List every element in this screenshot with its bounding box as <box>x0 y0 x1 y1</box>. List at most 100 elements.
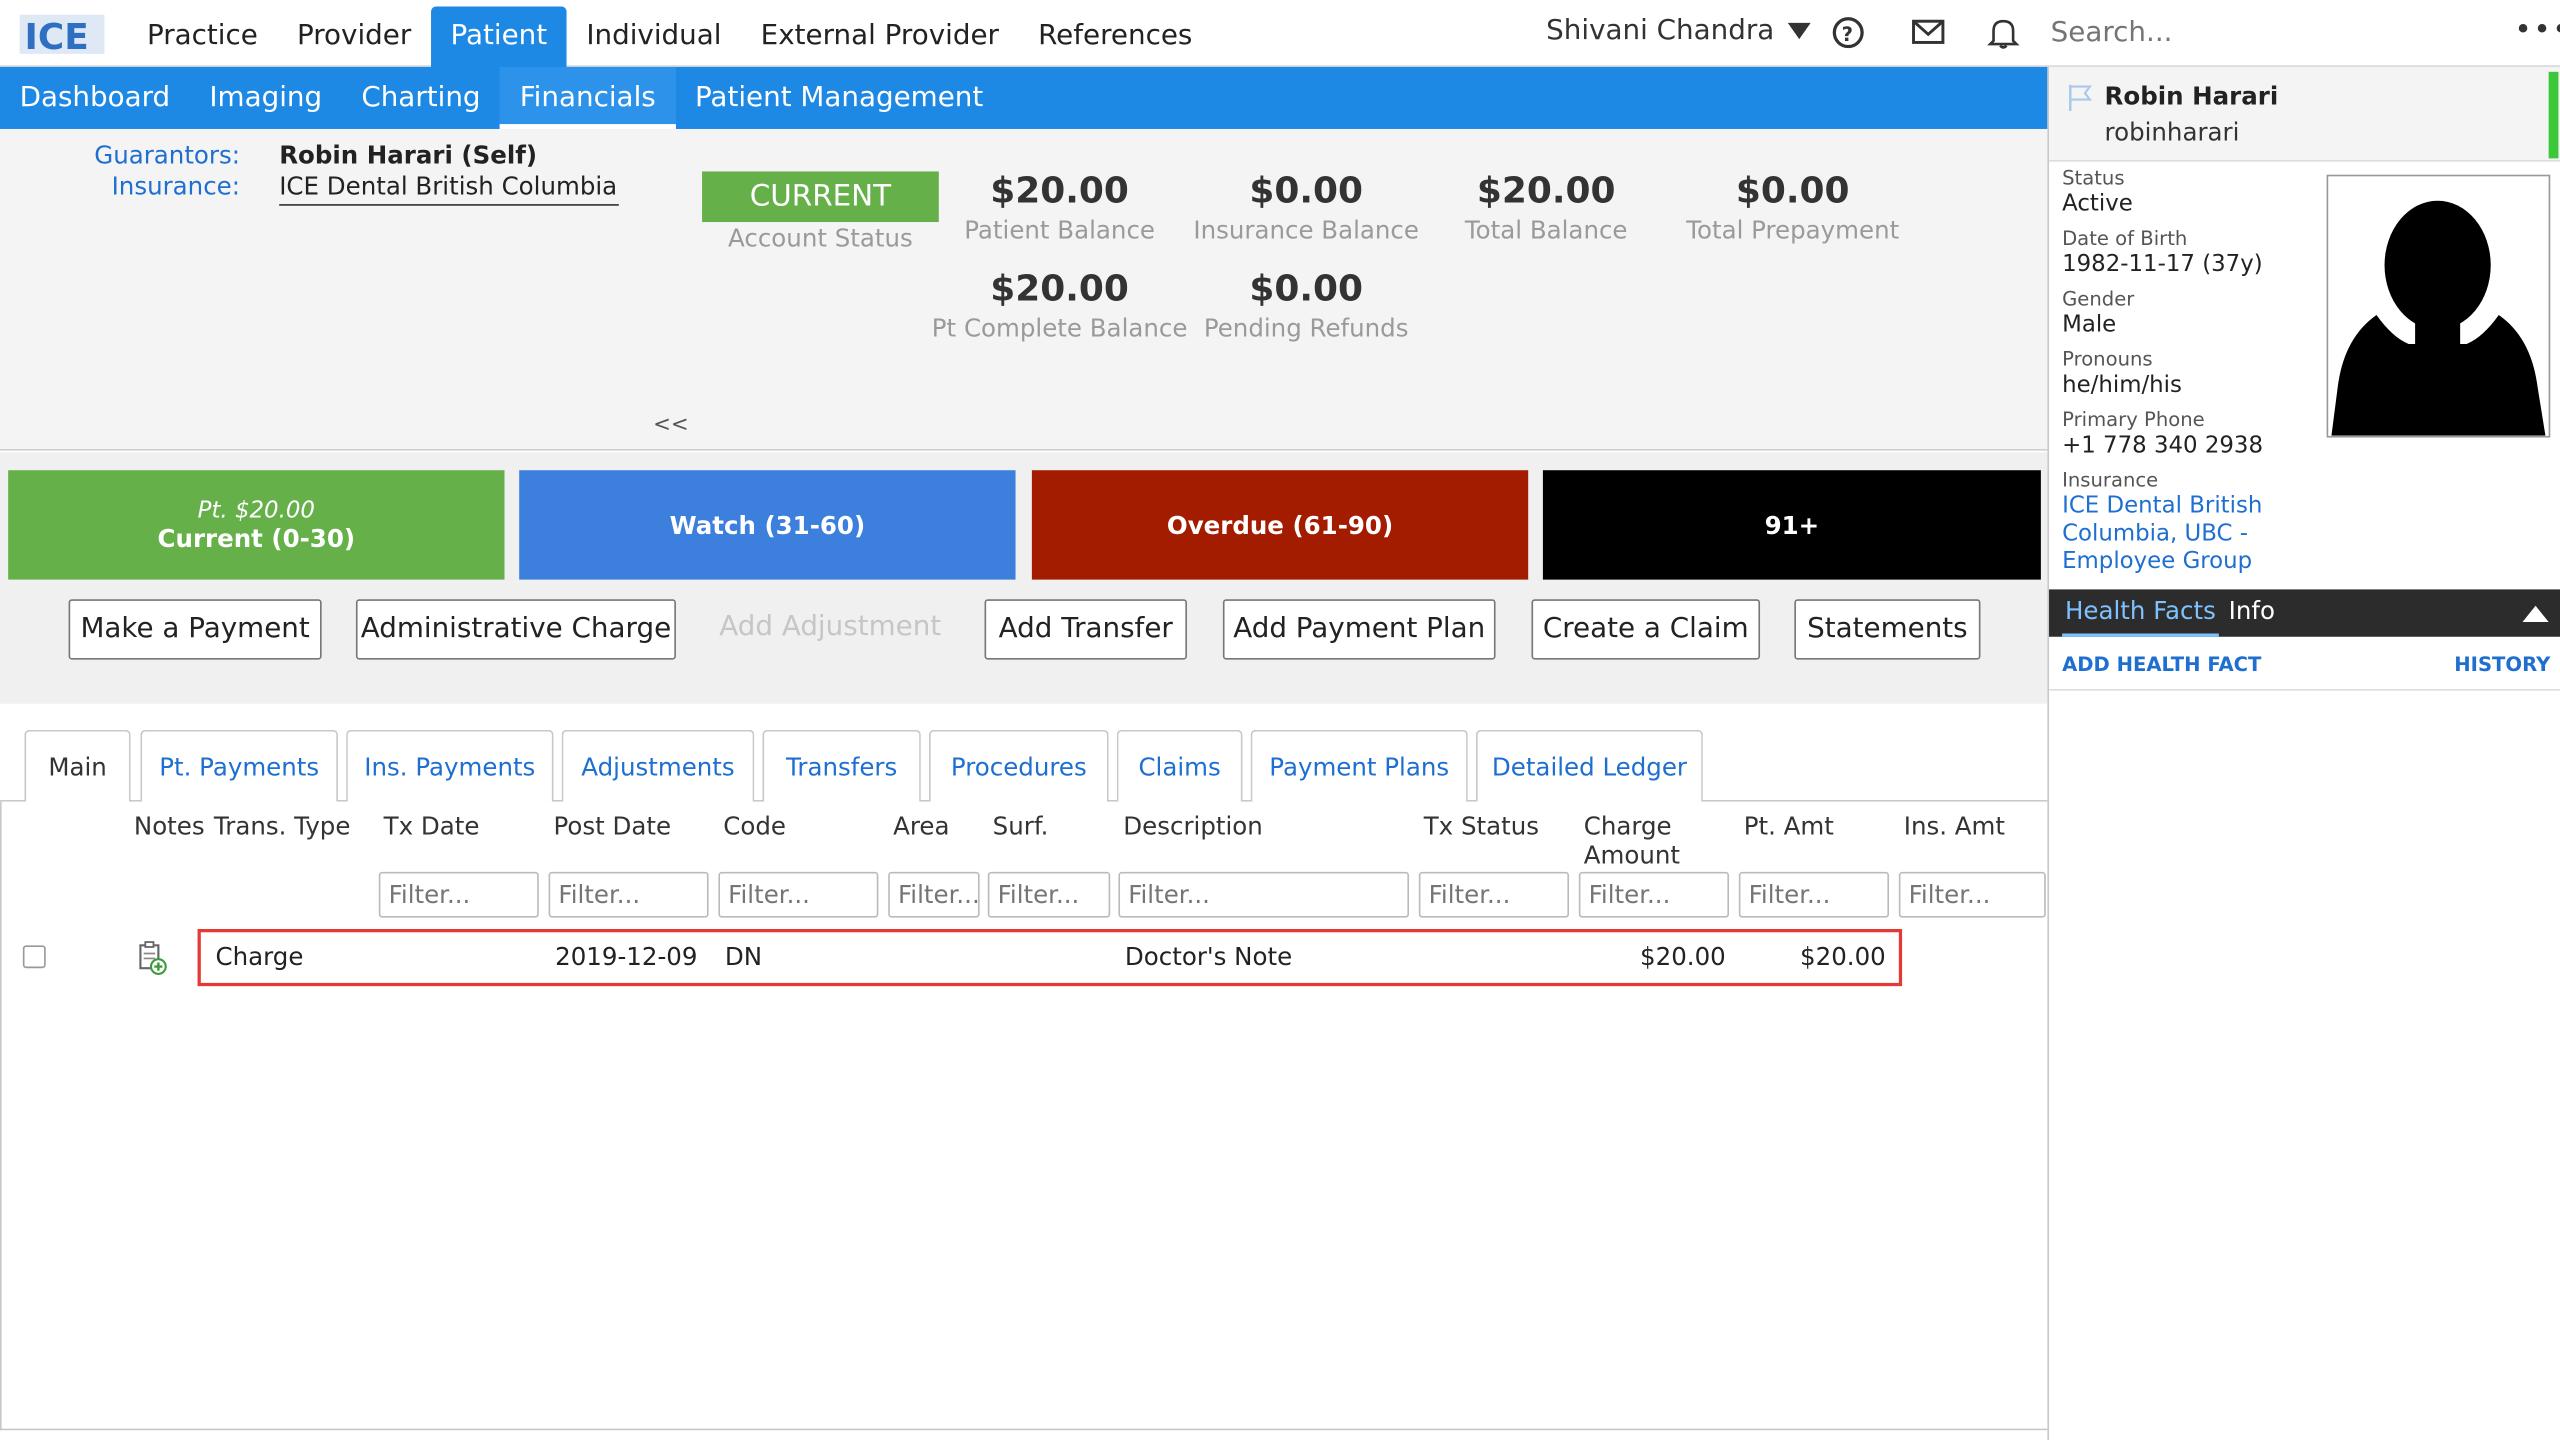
nav-external-provider[interactable]: External Provider <box>741 7 1018 67</box>
collapse-up-icon[interactable] <box>2522 605 2549 623</box>
nav-references[interactable]: References <box>1019 7 1212 67</box>
make-payment-button[interactable]: Make a Payment <box>68 599 322 660</box>
column-header[interactable]: Notes <box>134 811 205 840</box>
nav-patient[interactable]: Patient <box>430 6 567 67</box>
pt-complete-balance: $20.00 Pt Complete Balance <box>931 269 1188 343</box>
add-transfer-button[interactable]: Add Transfer <box>984 599 1187 660</box>
filter-tx-date[interactable] <box>378 871 539 918</box>
mail-icon[interactable] <box>1910 15 1946 51</box>
insurance-balance: $0.00 Insurance Balance <box>1193 171 1419 245</box>
collapse-toggle[interactable]: << <box>653 413 689 437</box>
health-facts-actions: ADD HEALTH FACT HISTORY <box>2049 637 2560 691</box>
patient-balance: $20.00 Patient Balance <box>964 171 1155 245</box>
cell-trans-type: Charge <box>215 942 304 972</box>
more-options-icon[interactable]: ••• <box>2514 13 2560 47</box>
history-link[interactable]: HISTORY <box>2454 653 2550 676</box>
bucket-91-plus[interactable]: 91+ <box>1542 470 2041 580</box>
add-payment-plan-button[interactable]: Add Payment Plan <box>1222 599 1496 660</box>
administrative-charge-button[interactable]: Administrative Charge <box>355 599 676 660</box>
column-header[interactable]: Pt. Amt <box>1744 811 1834 840</box>
flag-icon[interactable] <box>2067 83 2093 112</box>
health-facts-bar: Health Facts Info <box>2049 589 2560 637</box>
subnav-dashboard[interactable]: Dashboard <box>0 67 190 129</box>
filter-code[interactable] <box>718 871 879 918</box>
filter-tx-status[interactable] <box>1418 871 1570 918</box>
create-claim-button[interactable]: Create a Claim <box>1531 599 1761 660</box>
column-header[interactable]: Area <box>893 811 949 840</box>
column-header[interactable]: Description <box>1123 811 1262 840</box>
column-header[interactable]: Charge Amount <box>1584 811 1715 870</box>
tab-payment-plans[interactable]: Payment Plans <box>1250 729 1468 802</box>
chevron-down-icon <box>1787 22 1811 40</box>
transactions-table: Notes Trans. Type Tx Date Post Date Code… <box>0 801 2048 1431</box>
subnav-charting[interactable]: Charting <box>342 67 500 129</box>
guarantors-label: Guarantors: <box>94 140 241 170</box>
insurance-label: Insurance: <box>111 171 241 201</box>
search-input[interactable] <box>2044 6 2502 59</box>
tab-main[interactable]: Main <box>24 729 131 804</box>
column-header[interactable]: Ins. Amt <box>1904 811 2005 840</box>
account-status-label: Account Status <box>728 223 913 254</box>
filter-pt-amt[interactable] <box>1738 871 1890 918</box>
column-header[interactable]: Tx Date <box>384 811 480 840</box>
bucket-current[interactable]: Pt. $20.00 Current (0-30) <box>8 470 505 580</box>
nav-individual[interactable]: Individual <box>567 7 741 67</box>
dob-value: 1982-11-17 (37y) <box>2062 251 2263 278</box>
bell-icon[interactable] <box>1985 15 2021 51</box>
aging-buckets: Pt. $20.00 Current (0-30) Watch (31-60) … <box>0 452 2048 583</box>
tab-procedures[interactable]: Procedures <box>929 729 1109 802</box>
patient-username: robinharari <box>2104 117 2240 147</box>
row-checkbox[interactable] <box>22 945 46 969</box>
tab-detailed-ledger[interactable]: Detailed Ledger <box>1475 729 1703 802</box>
status-value: Active <box>2062 191 2133 218</box>
account-status-badge: CURRENT <box>702 171 939 223</box>
column-header[interactable]: Tx Status <box>1424 811 1539 840</box>
nav-provider[interactable]: Provider <box>277 7 430 67</box>
subnav-imaging[interactable]: Imaging <box>190 67 342 129</box>
subnav-financials[interactable]: Financials <box>500 66 676 129</box>
cell-post-date: 2019-12-09 <box>555 942 698 972</box>
tab-transfers[interactable]: Transfers <box>762 729 921 802</box>
status-indicator <box>2548 71 2559 159</box>
ledger-tabs: Main Pt. Payments Ins. Payments Adjustme… <box>0 729 2048 804</box>
user-menu[interactable]: Shivani Chandra <box>1546 14 1811 48</box>
primary-nav: Practice Provider Patient Individual Ext… <box>127 6 1212 67</box>
tab-health-facts[interactable]: Health Facts <box>2062 589 2219 637</box>
tab-adjustments[interactable]: Adjustments <box>561 729 755 802</box>
pending-refunds: $0.00 Pending Refunds <box>1203 269 1409 343</box>
add-note-icon[interactable] <box>136 940 169 976</box>
column-header[interactable]: Surf. <box>993 811 1049 840</box>
tab-ins-payments[interactable]: Ins. Payments <box>346 729 554 802</box>
add-health-fact-link[interactable]: ADD HEALTH FACT <box>2062 653 2261 676</box>
insurance-value[interactable]: ICE Dental British Columbia, ... <box>279 171 619 206</box>
column-header[interactable]: Trans. Type <box>214 811 351 840</box>
account-summary: Guarantors: Robin Harari (Self) Insuranc… <box>0 128 2048 451</box>
gender-label: Gender <box>2062 287 2135 311</box>
insurance-link[interactable]: ICE Dental British Columbia, UBC - Emplo… <box>2062 493 2274 576</box>
ice-logo[interactable]: ICE <box>19 11 105 57</box>
secondary-nav: Dashboard Imaging Charting Financials Pa… <box>0 66 2048 129</box>
column-header[interactable]: Post Date <box>553 811 671 840</box>
subnav-patient-management[interactable]: Patient Management <box>675 67 1003 129</box>
filter-description[interactable] <box>1118 871 1410 918</box>
tab-pt-payments[interactable]: Pt. Payments <box>140 729 338 802</box>
column-header[interactable]: Code <box>723 811 786 840</box>
bucket-overdue[interactable]: Overdue (61-90) <box>1031 470 1529 580</box>
filter-area[interactable] <box>888 871 980 918</box>
statements-button[interactable]: Statements <box>1794 599 1981 660</box>
user-name: Shivani Chandra <box>1546 14 1775 48</box>
filter-post-date[interactable] <box>548 871 709 918</box>
filter-surf[interactable] <box>987 871 1111 918</box>
cell-charge-amount: $20.00 <box>1640 942 1726 972</box>
tab-info[interactable]: Info <box>2229 589 2275 636</box>
filter-charge-amount[interactable] <box>1578 871 1730 918</box>
filter-ins-amt[interactable] <box>1898 871 2046 918</box>
patient-header: Robin Harari robinharari <box>2049 66 2560 162</box>
svg-text:ICE: ICE <box>24 17 88 57</box>
add-adjustment-button: Add Adjustment <box>719 610 942 644</box>
help-icon[interactable]: ? <box>1830 15 1866 51</box>
cell-description: Doctor's Note <box>1124 942 1293 972</box>
bucket-watch[interactable]: Watch (31-60) <box>519 470 1016 580</box>
tab-claims[interactable]: Claims <box>1116 729 1243 802</box>
nav-practice[interactable]: Practice <box>127 7 277 67</box>
